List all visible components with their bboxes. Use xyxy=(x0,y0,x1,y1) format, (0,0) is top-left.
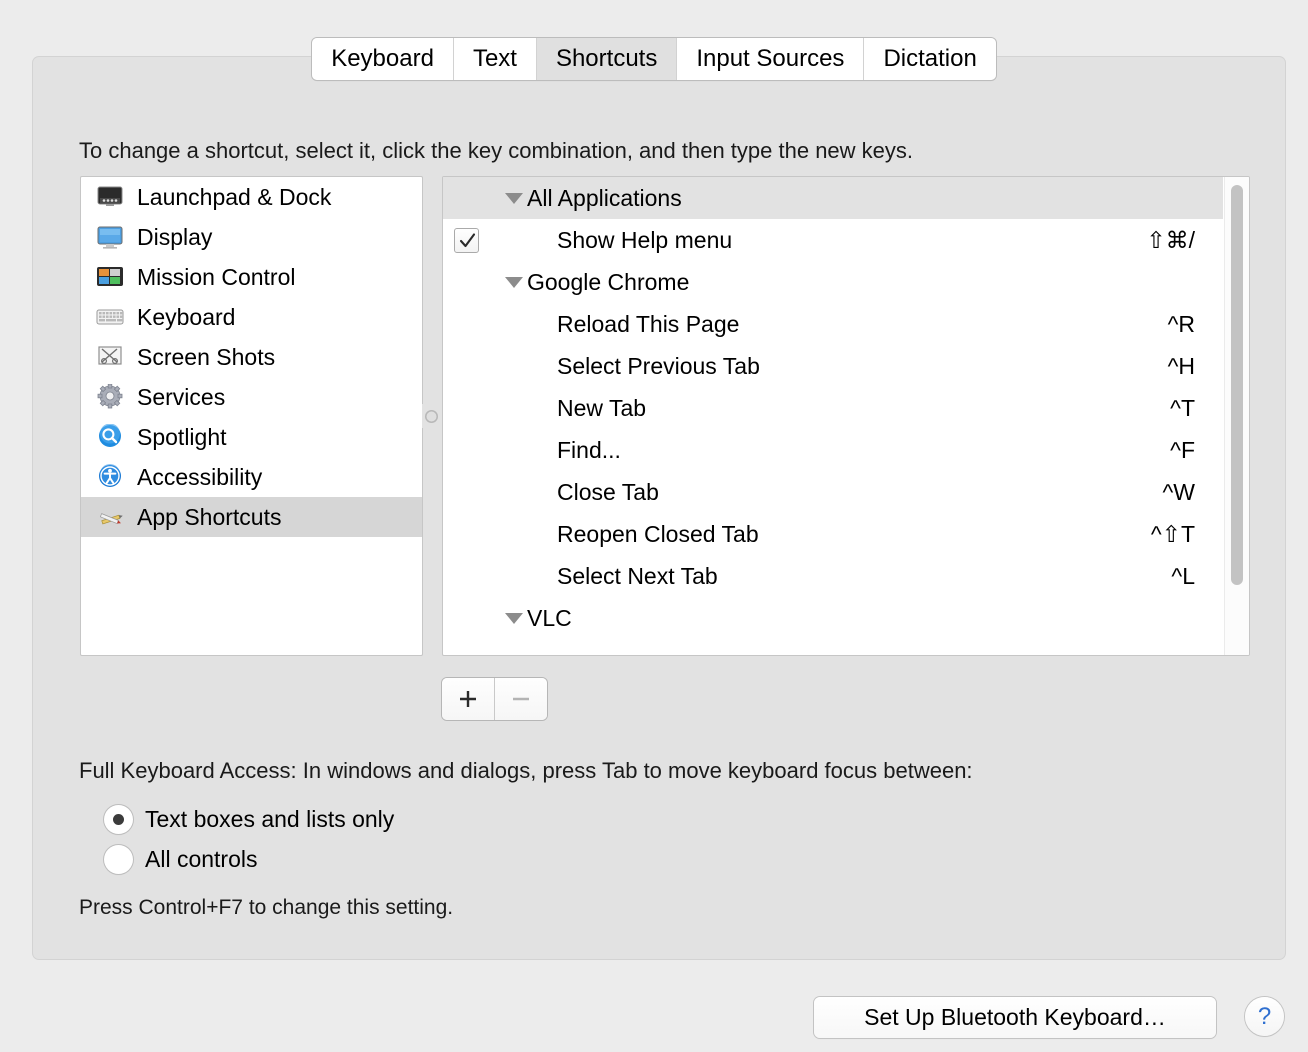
chevron-down-icon[interactable] xyxy=(505,613,523,624)
shortcut-label: Select Next Tab xyxy=(557,565,718,588)
app-shortcuts-icon xyxy=(95,504,125,530)
shortcut-row-close-tab[interactable]: Close Tab ^W xyxy=(443,471,1223,513)
screen-shots-icon xyxy=(95,344,125,370)
shortcut-keys[interactable]: ^H xyxy=(1168,355,1195,378)
spotlight-magnifier-icon xyxy=(95,424,125,450)
shortcut-keys[interactable]: ⇧⌘/ xyxy=(1146,229,1195,252)
category-label: App Shortcuts xyxy=(137,506,281,529)
radio-button-icon[interactable] xyxy=(104,845,133,874)
category-row-screen-shots[interactable]: Screen Shots xyxy=(81,337,422,377)
radio-button-icon[interactable] xyxy=(104,805,133,834)
shortcut-group-label: VLC xyxy=(527,607,572,630)
category-row-display[interactable]: Display xyxy=(81,217,422,257)
shortcut-category-list[interactable]: Launchpad & Dock Display Mission Control xyxy=(80,176,423,656)
shortcut-group-vlc[interactable]: VLC xyxy=(443,597,1223,639)
shortcut-label: Reopen Closed Tab xyxy=(557,523,759,546)
shortcut-row-new-tab[interactable]: New Tab ^T xyxy=(443,387,1223,429)
shortcut-keys[interactable]: ^L xyxy=(1171,565,1195,588)
shortcut-label: Reload This Page xyxy=(557,313,739,336)
splitter-grip-icon xyxy=(425,410,438,423)
category-label: Keyboard xyxy=(137,306,235,329)
accessibility-icon xyxy=(95,464,125,490)
chevron-down-icon[interactable] xyxy=(505,193,523,204)
tab-input-sources[interactable]: Input Sources xyxy=(677,38,864,80)
shortcut-label: Find... xyxy=(557,439,621,462)
services-gear-icon xyxy=(95,384,125,410)
shortcut-group-all-applications[interactable]: All Applications xyxy=(443,177,1223,219)
panel-splitter[interactable] xyxy=(422,404,440,428)
shortcut-keys[interactable]: ^F xyxy=(1170,439,1195,462)
category-row-spotlight[interactable]: Spotlight xyxy=(81,417,422,457)
category-row-services[interactable]: Services xyxy=(81,377,422,417)
category-label: Services xyxy=(137,386,225,409)
shortcut-row-reopen-closed-tab[interactable]: Reopen Closed Tab ^⇧T xyxy=(443,513,1223,555)
tab-group: Keyboard Text Shortcuts Input Sources Di… xyxy=(312,38,996,80)
category-label: Launchpad & Dock xyxy=(137,186,331,209)
set-up-bluetooth-keyboard-button[interactable]: Set Up Bluetooth Keyboard… xyxy=(814,997,1216,1038)
plus-icon xyxy=(455,686,481,712)
category-label: Display xyxy=(137,226,212,249)
tab-shortcuts[interactable]: Shortcuts xyxy=(537,38,677,80)
launchpad-dock-icon xyxy=(95,184,125,210)
shortcut-group-google-chrome[interactable]: Google Chrome xyxy=(443,261,1223,303)
shortcut-keys[interactable]: ^W xyxy=(1162,481,1195,504)
shortcut-row-find[interactable]: Find... ^F xyxy=(443,429,1223,471)
radio-label: Text boxes and lists only xyxy=(145,808,394,831)
category-label: Mission Control xyxy=(137,266,296,289)
instruction-text: To change a shortcut, select it, click t… xyxy=(79,138,913,164)
category-label: Screen Shots xyxy=(137,346,275,369)
shortcut-keys[interactable]: ^T xyxy=(1170,397,1195,420)
shortcut-keys[interactable]: ^R xyxy=(1168,313,1195,336)
category-row-launchpad-dock[interactable]: Launchpad & Dock xyxy=(81,177,422,217)
add-shortcut-button[interactable] xyxy=(442,678,495,720)
shortcut-scroll-area[interactable]: All Applications Show Help menu ⇧⌘/ Goog… xyxy=(443,177,1223,655)
tab-bar: Keyboard Text Shortcuts Input Sources Di… xyxy=(0,0,1308,60)
keyboard-icon xyxy=(95,304,125,330)
add-remove-button-group xyxy=(442,678,547,720)
scrollbar-thumb[interactable] xyxy=(1231,185,1243,585)
tab-keyboard[interactable]: Keyboard xyxy=(312,38,454,80)
category-row-keyboard[interactable]: Keyboard xyxy=(81,297,422,337)
shortcut-group-label: All Applications xyxy=(527,187,682,210)
remove-shortcut-button[interactable] xyxy=(495,678,547,720)
category-label: Accessibility xyxy=(137,466,262,489)
category-row-accessibility[interactable]: Accessibility xyxy=(81,457,422,497)
radio-all-controls[interactable]: All controls xyxy=(104,845,257,874)
category-label: Spotlight xyxy=(137,426,227,449)
shortcut-row-reload-this-page[interactable]: Reload This Page ^R xyxy=(443,303,1223,345)
shortcut-list-scrollbar[interactable] xyxy=(1224,177,1249,655)
shortcut-checkbox[interactable] xyxy=(454,228,479,253)
shortcut-row-select-next-tab[interactable]: Select Next Tab ^L xyxy=(443,555,1223,597)
shortcut-group-label: Google Chrome xyxy=(527,271,689,294)
category-row-app-shortcuts[interactable]: App Shortcuts xyxy=(81,497,422,537)
tab-text[interactable]: Text xyxy=(454,38,537,80)
chevron-down-icon[interactable] xyxy=(505,277,523,288)
shortcut-label: Show Help menu xyxy=(557,229,732,252)
shortcut-row-select-previous-tab[interactable]: Select Previous Tab ^H xyxy=(443,345,1223,387)
tab-dictation[interactable]: Dictation xyxy=(864,38,995,80)
shortcut-label: New Tab xyxy=(557,397,646,420)
mission-control-icon xyxy=(95,264,125,290)
minus-icon xyxy=(508,686,534,712)
help-button[interactable]: ? xyxy=(1245,997,1284,1036)
shortcut-row-show-help-menu[interactable]: Show Help menu ⇧⌘/ xyxy=(443,219,1223,261)
radio-text-boxes-and-lists-only[interactable]: Text boxes and lists only xyxy=(104,805,394,834)
radio-label: All controls xyxy=(145,848,257,871)
category-row-mission-control[interactable]: Mission Control xyxy=(81,257,422,297)
full-keyboard-access-label: Full Keyboard Access: In windows and dia… xyxy=(79,758,973,784)
shortcut-label: Select Previous Tab xyxy=(557,355,760,378)
full-keyboard-access-hint: Press Control+F7 to change this setting. xyxy=(79,896,453,920)
display-icon xyxy=(95,224,125,250)
shortcut-list-panel[interactable]: All Applications Show Help menu ⇧⌘/ Goog… xyxy=(442,176,1250,656)
shortcut-keys[interactable]: ^⇧T xyxy=(1151,523,1195,546)
shortcut-label: Close Tab xyxy=(557,481,659,504)
